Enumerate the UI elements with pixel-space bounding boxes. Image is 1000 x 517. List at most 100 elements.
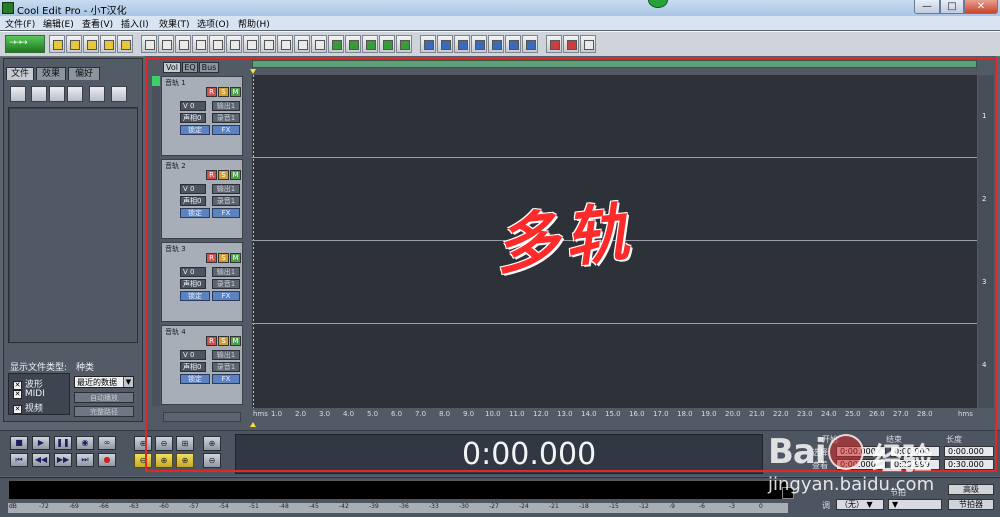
record-arm-button[interactable]: R xyxy=(206,170,217,180)
menu-view[interactable]: 查看(V) xyxy=(82,17,113,30)
envelope-icon[interactable] xyxy=(260,35,276,53)
mix-paste-icon[interactable] xyxy=(209,35,225,53)
pan-field[interactable]: 声相0 xyxy=(180,196,206,206)
zoom-out-vertical-icon[interactable]: ⊖ xyxy=(203,453,221,468)
cd-icon[interactable] xyxy=(546,35,562,53)
lock-button[interactable]: 锁定 xyxy=(180,291,210,301)
open-file-icon[interactable] xyxy=(66,35,82,53)
tab-favorites[interactable]: 偏好 xyxy=(68,67,100,80)
zoom-in-horizontal-icon[interactable]: ⊕ xyxy=(134,436,152,451)
advanced-button[interactable]: 高级 xyxy=(948,484,994,495)
pan-field[interactable]: 声相0 xyxy=(180,362,206,372)
lock-button[interactable]: 锁定 xyxy=(180,125,210,135)
insert-video-icon[interactable] xyxy=(362,35,378,53)
save-icon[interactable] xyxy=(100,35,116,53)
track-header-4[interactable]: 音轨 4 R S M V 0 声相0 输出1 录音1 锁定 FX xyxy=(161,325,243,405)
playhead-marker-top[interactable] xyxy=(250,69,256,74)
pan-field[interactable]: 声相0 xyxy=(180,113,206,123)
volume-field[interactable]: V 0 xyxy=(180,184,206,194)
fx-button[interactable]: FX xyxy=(212,125,240,135)
lock-button[interactable]: 锁定 xyxy=(180,374,210,384)
fx-icon[interactable] xyxy=(471,35,487,53)
help-icon[interactable] xyxy=(580,35,596,53)
view-length-field[interactable]: 0:30.000 xyxy=(944,459,994,470)
zoom-in-vertical-icon[interactable]: ⊕ xyxy=(203,436,221,451)
type-midi[interactable]: ✕ MIDI xyxy=(13,389,45,399)
save-all-icon[interactable] xyxy=(117,35,133,53)
selection-end-field[interactable]: 0:00.000 xyxy=(890,446,940,457)
chevron-down-icon[interactable]: ▼ xyxy=(123,377,133,387)
tab-bus[interactable]: Bus xyxy=(199,62,219,73)
minimize-button[interactable]: — xyxy=(914,0,940,14)
menu-help[interactable]: 帮助(H) xyxy=(238,17,270,30)
solo-button[interactable]: S xyxy=(218,336,229,346)
selection-start-field[interactable]: 0:00.000 xyxy=(836,446,886,457)
tab-eq[interactable]: EQ xyxy=(182,62,198,73)
help-icon[interactable] xyxy=(111,86,127,102)
meter-icon[interactable] xyxy=(522,35,538,53)
fx-button[interactable]: FX xyxy=(212,374,240,384)
maximize-button[interactable]: □ xyxy=(940,0,964,14)
analysis-icon[interactable] xyxy=(437,35,453,53)
dc-icon[interactable] xyxy=(505,35,521,53)
output-button[interactable]: 输出1 xyxy=(212,101,240,111)
tab-vol[interactable]: Vol xyxy=(163,62,181,73)
loop-icon[interactable] xyxy=(294,35,310,53)
insert-wave-icon[interactable] xyxy=(328,35,344,53)
rewind-button[interactable]: ◀◀ xyxy=(32,453,50,467)
stop-button[interactable]: ■ xyxy=(10,436,28,450)
menu-options[interactable]: 选项(O) xyxy=(197,17,229,30)
vertical-scrollbar[interactable]: 1 2 3 4 xyxy=(978,75,994,408)
volume-field[interactable]: V 0 xyxy=(180,267,206,277)
pause-button[interactable]: ❚❚ xyxy=(54,436,72,450)
view-end-field[interactable]: 0:29.999 xyxy=(890,459,940,470)
go-to-end-button[interactable]: ⏭ xyxy=(76,453,94,467)
track-header-3[interactable]: 音轨 3 R S M V 0 声相0 输出1 录音1 锁定 FX xyxy=(161,242,243,322)
mute-button[interactable]: M xyxy=(230,170,241,180)
output-button[interactable]: 输出1 xyxy=(212,267,240,277)
zoom-to-selection-icon[interactable]: ⊕ xyxy=(155,453,173,468)
record-button[interactable]: ● xyxy=(98,453,116,467)
play-button[interactable]: ▶ xyxy=(32,436,50,450)
bounce-icon[interactable] xyxy=(396,35,412,53)
menu-insert[interactable]: 插入(I) xyxy=(121,17,149,30)
fx-button[interactable]: FX xyxy=(212,291,240,301)
new-file-icon[interactable] xyxy=(49,35,65,53)
type-video[interactable]: ✕ 视频 xyxy=(13,401,43,414)
mixdown-icon[interactable] xyxy=(379,35,395,53)
close-button[interactable]: ✕ xyxy=(964,0,998,14)
checkbox[interactable]: ✕ xyxy=(13,405,22,414)
cut-icon[interactable] xyxy=(158,35,174,53)
checkbox[interactable]: ✕ xyxy=(13,390,22,399)
track-header-2[interactable]: 音轨 2 R S M V 0 声相0 输出1 录音1 锁定 FX xyxy=(161,159,243,239)
sort-dropdown[interactable]: 最近的数据 ▼ xyxy=(74,376,134,388)
paste-icon[interactable] xyxy=(192,35,208,53)
zoom-out-horizontal-icon[interactable]: ⊖ xyxy=(155,436,173,451)
grid-icon[interactable] xyxy=(277,35,293,53)
undo-icon[interactable] xyxy=(141,35,157,53)
solo-button[interactable]: S xyxy=(218,253,229,263)
pan-field[interactable]: 声相0 xyxy=(180,279,206,289)
tempo-dropdown[interactable]: ▼ xyxy=(888,499,942,510)
key-dropdown[interactable]: （无） ▼ xyxy=(836,499,884,510)
record-source-button[interactable]: 录音1 xyxy=(212,196,240,206)
insert-into-multitrack-icon[interactable] xyxy=(67,86,83,102)
zoom-to-left-icon[interactable]: ⊖ xyxy=(134,453,152,468)
fast-forward-button[interactable]: ▶▶ xyxy=(54,453,72,467)
open-folder-icon[interactable] xyxy=(10,86,26,102)
play-to-end-button[interactable]: ◉ xyxy=(76,436,94,450)
metronome-button[interactable]: 节拍器 xyxy=(948,499,994,510)
menu-edit[interactable]: 编辑(E) xyxy=(43,17,74,30)
auto-play-button[interactable]: 自动播放 xyxy=(74,392,134,403)
record-source-button[interactable]: 录音1 xyxy=(212,113,240,123)
insert-midi-icon[interactable] xyxy=(345,35,361,53)
record-arm-button[interactable]: R xyxy=(206,87,217,97)
go-to-start-button[interactable]: ⏮ xyxy=(10,453,28,467)
view-start-field[interactable]: 0:00.000 xyxy=(836,459,886,470)
stretch-icon[interactable] xyxy=(311,35,327,53)
output-button[interactable]: 输出1 xyxy=(212,350,240,360)
volume-field[interactable]: V 0 xyxy=(180,350,206,360)
solo-button[interactable]: S xyxy=(218,170,229,180)
record-source-button[interactable]: 录音1 xyxy=(212,362,240,372)
solo-button[interactable]: S xyxy=(218,87,229,97)
